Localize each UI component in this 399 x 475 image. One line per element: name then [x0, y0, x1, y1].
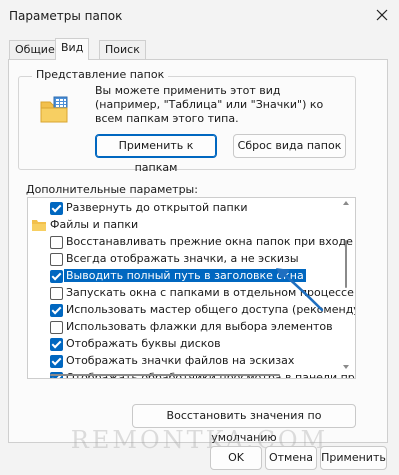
tab-strip: Общие Вид Поиск [0, 38, 399, 60]
cancel-button[interactable]: Отмена [265, 446, 317, 470]
list-item: Файлы и папки [28, 217, 348, 234]
list-item-label: Использовать флажки для выбора элементов [66, 320, 333, 333]
horizontal-scrollbar[interactable] [30, 372, 340, 378]
checkbox[interactable] [50, 253, 63, 266]
folder-icon [40, 96, 68, 123]
checkbox[interactable] [50, 287, 63, 300]
checkbox[interactable] [50, 304, 63, 317]
tab-general[interactable]: Общие [9, 40, 61, 59]
apply-button[interactable]: Применить [320, 446, 387, 470]
list-item[interactable]: Отображать значки файлов на эскизах [28, 353, 348, 370]
checkbox[interactable] [50, 202, 63, 215]
reset-folders-button[interactable]: Сброс вида папок [233, 134, 346, 158]
list-item[interactable]: Отображать буквы дисков [28, 336, 348, 353]
ok-button[interactable]: OK [210, 446, 262, 470]
checkbox[interactable] [50, 355, 63, 368]
checkbox[interactable] [50, 270, 63, 283]
list-item-label: Развернуть до открытой папки [66, 201, 248, 214]
pointer-arrow-icon [276, 268, 324, 312]
advanced-settings-label: Дополнительные параметры: [26, 183, 198, 196]
title-bar: Параметры папок [0, 0, 399, 34]
checkbox[interactable] [50, 338, 63, 351]
folder-view-legend: Представление папок [32, 68, 169, 81]
list-group-label: Файлы и папки [50, 218, 139, 231]
restore-defaults-button[interactable]: Восстановить значения по умолчанию [132, 404, 356, 444]
vertical-scrollbar[interactable] [342, 200, 350, 370]
list-item-label: Отображать значки файлов на эскизах [66, 354, 295, 367]
list-item[interactable]: Развернуть до открытой папки [28, 200, 348, 217]
list-item[interactable]: Восстанавливать прежние окна папок при в… [28, 234, 355, 251]
list-item-label: Всегда отображать значки, а не эскизы [66, 252, 299, 265]
list-item-label: Отображать буквы дисков [66, 337, 221, 350]
scroll-up-icon [343, 201, 349, 205]
apply-to-folders-button[interactable]: Применить к папкам [95, 134, 217, 174]
tab-view[interactable]: Вид [55, 38, 90, 60]
checkbox[interactable] [50, 236, 63, 249]
list-item[interactable]: Использовать флажки для выбора элементов [28, 319, 348, 336]
list-item-label: Восстанавливать прежние окна папок при в… [66, 235, 356, 248]
window-title: Параметры папок [9, 9, 123, 23]
scroll-down-icon [343, 365, 349, 369]
folder-icon [32, 220, 46, 231]
close-icon[interactable] [373, 6, 391, 24]
checkbox[interactable] [50, 321, 63, 334]
tab-search[interactable]: Поиск [99, 40, 146, 59]
folder-view-description: Вы можете применить этот вид (например, … [95, 84, 324, 125]
